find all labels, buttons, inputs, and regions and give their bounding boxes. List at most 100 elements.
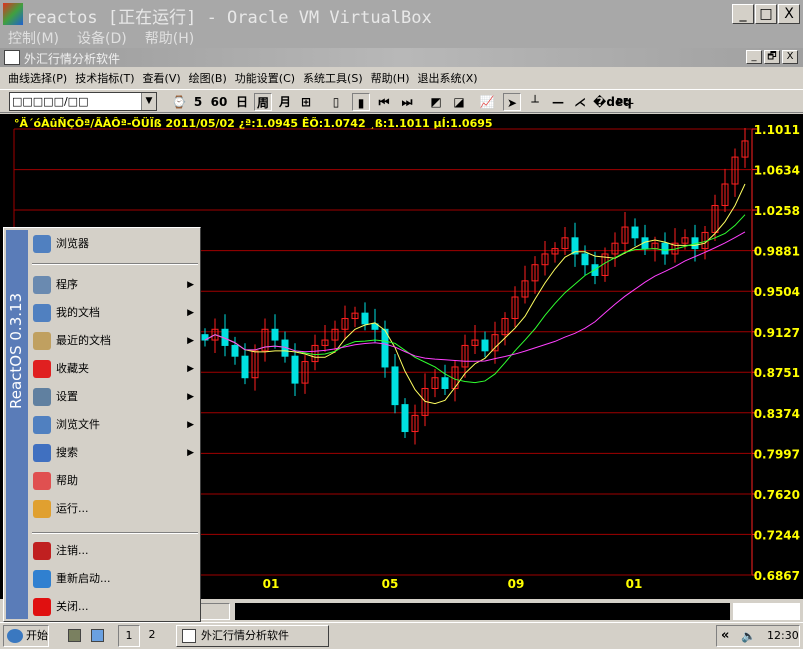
toolbar-button[interactable]: 5 xyxy=(189,93,207,111)
app-menu-item[interactable]: 曲线选择(P) xyxy=(8,69,67,89)
toolbar-button[interactable]: ⏭ xyxy=(398,93,416,111)
folder-icon xyxy=(33,416,51,434)
close-button[interactable]: X xyxy=(778,4,800,24)
browser-quicklaunch-icon[interactable] xyxy=(91,629,104,642)
toolbar-button[interactable]: 📈 xyxy=(478,93,496,111)
start-label: 开始 xyxy=(26,629,48,642)
y-tick-label: 0.9881 xyxy=(754,245,800,259)
start-menu: ReactOS 0.3.13 浏览器 程序 ▶ 我的文档 ▶ 最近的文档 ▶ 收藏夹 ▶ 设置 ▶ 浏… xyxy=(3,227,201,622)
browser-icon xyxy=(33,235,51,253)
app-menu-item[interactable]: 帮助(H) xyxy=(371,69,410,89)
start-menu-item[interactable]: 帮助 xyxy=(30,468,198,494)
system-tray: « 🔈 12:30 xyxy=(716,625,800,647)
submenu-arrow-icon: ▶ xyxy=(187,280,194,290)
toolbar-button[interactable]: ⊞ xyxy=(297,93,315,111)
y-tick-label: 0.8751 xyxy=(754,366,800,380)
toolbar-button[interactable]: DEL xyxy=(613,93,637,111)
app-icon xyxy=(4,50,20,65)
toolbar-button[interactable]: ◩ xyxy=(427,93,445,111)
toolbar-button[interactable]: 日 xyxy=(233,93,251,111)
app-menu-item[interactable]: 退出系统(X) xyxy=(417,69,477,89)
candle-body xyxy=(231,344,239,357)
toolbar-button[interactable]: 60 xyxy=(210,93,228,111)
y-tick-label: 0.7244 xyxy=(754,528,800,542)
ma10-line xyxy=(204,214,746,384)
candle-body xyxy=(391,366,399,406)
x-tick-label: 01 xyxy=(263,577,280,591)
shutdown-icon xyxy=(33,598,51,616)
start-menu-item[interactable]: 注销... xyxy=(30,538,198,564)
logoff-icon xyxy=(33,542,51,560)
start-menu-item[interactable]: 收藏夹 ▶ xyxy=(30,356,198,382)
ma5-line xyxy=(204,183,746,405)
app-menu-item[interactable]: 绘图(B) xyxy=(189,69,227,89)
toolbar-button[interactable]: ◪ xyxy=(450,93,468,111)
toolbar-button[interactable]: �deq xyxy=(593,93,632,111)
toolbar-button[interactable]: ⋌ xyxy=(571,93,589,111)
submenu-arrow-icon: ▶ xyxy=(187,308,194,318)
app-menu-item[interactable]: 查看(V) xyxy=(143,69,181,89)
documents-icon xyxy=(33,304,51,322)
symbol-select[interactable]: □□□□□/□□ ▼ xyxy=(9,92,157,111)
desktop-2-button[interactable]: 2 xyxy=(141,625,163,647)
candle-body xyxy=(631,226,639,239)
app-menu-item[interactable]: 技术指标(T) xyxy=(75,69,134,89)
app-restore-button[interactable]: 🗗 xyxy=(764,50,780,64)
desktop-1-button[interactable]: 1 xyxy=(118,625,140,647)
start-menu-item[interactable]: 程序 ▶ xyxy=(30,272,198,298)
toolbar-button[interactable]: 月 xyxy=(276,93,294,111)
volume-icon[interactable]: 🔈 xyxy=(741,629,756,643)
start-menu-item[interactable]: 关闭... xyxy=(30,594,198,620)
start-button[interactable]: 开始 xyxy=(3,625,49,647)
toolbar-button[interactable]: ▮ xyxy=(352,93,370,111)
app-titlebar: 外汇行情分析软件 _ 🗗 X xyxy=(0,48,803,67)
start-menu-item-label: 浏览器 xyxy=(56,237,89,250)
help-icon xyxy=(33,472,51,490)
app-menu-item[interactable]: 系统工具(S) xyxy=(303,69,363,89)
start-menu-item[interactable]: 我的文档 ▶ xyxy=(30,300,198,326)
show-desktop-icon[interactable] xyxy=(68,629,81,642)
menu-separator xyxy=(32,532,198,534)
maximize-button[interactable]: □ xyxy=(755,4,777,24)
menu-help[interactable]: 帮助(H) xyxy=(145,31,194,47)
minimize-button[interactable]: _ xyxy=(732,4,754,24)
toolbar: □□□□□/□□ ▼ ⌚ 5 60 日周月 ⊞ ▯ ▮ ⏮ ⏭ ◩ ◪ 📈 ➤ ┴ — ⋌ �deq DEL xyxy=(0,89,803,113)
candle-body xyxy=(401,404,409,433)
menu-separator xyxy=(32,263,198,265)
candle-body xyxy=(441,377,449,389)
tray-expand-icon[interactable]: « xyxy=(721,628,729,643)
task-button-app[interactable]: 外汇行情分析软件 xyxy=(176,625,329,647)
start-menu-item[interactable]: 设置 ▶ xyxy=(30,384,198,410)
toolbar-button[interactable]: ⌚ xyxy=(170,93,188,111)
start-menu-item[interactable]: 重新启动... xyxy=(30,566,198,592)
app-menu-item[interactable]: 功能设置(C) xyxy=(235,69,295,89)
toolbar-button[interactable]: ➤ xyxy=(503,93,521,111)
start-menu-item[interactable]: 浏览器 xyxy=(30,231,198,257)
toolbar-button[interactable]: ┴ xyxy=(526,93,544,111)
y-tick-label: 1.1011 xyxy=(754,123,800,137)
app-close-button[interactable]: X xyxy=(782,50,798,64)
y-tick-label: 0.7997 xyxy=(754,447,800,461)
menu-control[interactable]: 控制(M) xyxy=(8,31,59,47)
start-menu-item[interactable]: 搜索 ▶ xyxy=(30,440,198,466)
submenu-arrow-icon: ▶ xyxy=(187,448,194,458)
toolbar-button[interactable]: — xyxy=(549,93,567,111)
vbox-title: reactos [正在运行] - Oracle VM VirtualBox xyxy=(26,8,432,28)
submenu-arrow-icon: ▶ xyxy=(187,336,194,346)
toolbar-button[interactable]: ▯ xyxy=(327,93,345,111)
reactos-logo-icon xyxy=(7,629,23,643)
menu-devices[interactable]: 设备(D) xyxy=(77,31,127,47)
chevron-down-icon[interactable]: ▼ xyxy=(141,93,156,110)
status-field-2 xyxy=(235,603,730,620)
restart-icon xyxy=(33,570,51,588)
start-menu-item[interactable]: 运行... xyxy=(30,496,198,522)
start-menu-item[interactable]: 浏览文件 ▶ xyxy=(30,412,198,438)
vbox-titlebar: reactos [正在运行] - Oracle VM VirtualBox _ … xyxy=(0,0,803,28)
start-menu-item-label: 设置 xyxy=(56,390,78,403)
toolbar-button[interactable]: ⏮ xyxy=(375,93,393,111)
toolbar-button[interactable]: 周 xyxy=(254,93,272,111)
candle-body xyxy=(291,355,299,384)
submenu-arrow-icon: ▶ xyxy=(187,420,194,430)
start-menu-item[interactable]: 最近的文档 ▶ xyxy=(30,328,198,354)
app-minimize-button[interactable]: _ xyxy=(746,50,762,64)
